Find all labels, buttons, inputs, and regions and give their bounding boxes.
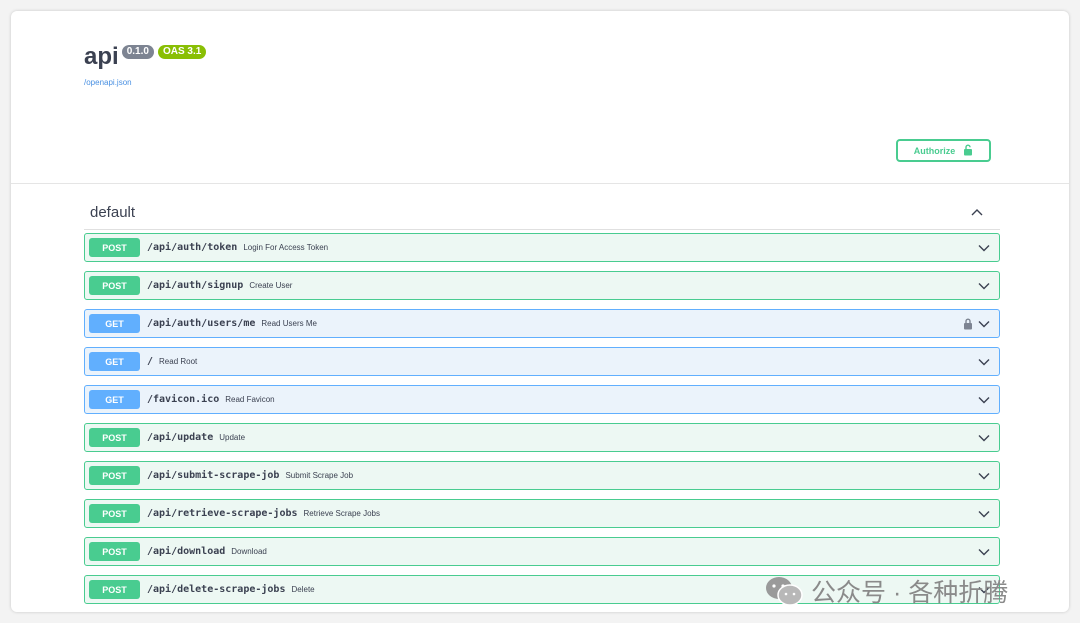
chevron-down-icon[interactable] bbox=[977, 469, 991, 483]
operation-path: /api/retrieve-scrape-jobs bbox=[147, 508, 298, 519]
operation-row[interactable]: POST/api/update Update bbox=[84, 423, 1000, 452]
method-badge: POST bbox=[89, 580, 140, 599]
operation-row[interactable]: POST/api/submit-scrape-job Submit Scrape … bbox=[84, 461, 1000, 490]
method-badge: POST bbox=[89, 428, 140, 447]
operation-controls bbox=[977, 469, 991, 483]
version-badge: 0.1.0 bbox=[121, 45, 154, 59]
method-badge: POST bbox=[89, 276, 140, 295]
operation-summary: Read Users Me bbox=[261, 319, 317, 328]
api-info-block: api 0.1.0 OAS 3.1 /openapi.json Authoriz… bbox=[11, 11, 1069, 184]
operation-controls bbox=[963, 317, 991, 331]
operation-summary: Download bbox=[231, 547, 267, 556]
operation-controls bbox=[977, 545, 991, 559]
chevron-down-icon[interactable] bbox=[977, 241, 991, 255]
operation-path: /favicon.ico bbox=[147, 394, 220, 405]
operation-row[interactable]: GET/favicon.ico Read Favicon bbox=[84, 385, 1000, 414]
locked-padlock-icon[interactable] bbox=[963, 318, 973, 330]
operation-path: /api/auth/signup bbox=[147, 280, 244, 291]
method-badge: GET bbox=[89, 314, 140, 333]
operation-path: /api/update bbox=[147, 432, 214, 443]
openapi-spec-link[interactable]: /openapi.json bbox=[84, 78, 132, 87]
operation-row[interactable]: POST/api/auth/signup Create User bbox=[84, 271, 1000, 300]
method-badge: GET bbox=[89, 390, 140, 409]
operation-controls bbox=[977, 431, 991, 445]
operation-summary: Update bbox=[219, 433, 246, 442]
method-badge: POST bbox=[89, 238, 140, 257]
operation-row[interactable]: POST/api/retrieve-scrape-jobs Retrieve Sc… bbox=[84, 499, 1000, 528]
operation-summary: Retrieve Scrape Jobs bbox=[303, 509, 380, 518]
authorize-label: Authorize bbox=[913, 145, 956, 156]
operation-controls bbox=[977, 279, 991, 293]
chevron-down-icon[interactable] bbox=[977, 317, 991, 331]
chevron-down-icon[interactable] bbox=[977, 431, 991, 445]
api-title: api bbox=[84, 43, 119, 70]
api-title-row: api 0.1.0 OAS 3.1 bbox=[84, 42, 207, 72]
operation-path: /api/auth/users/me bbox=[147, 318, 256, 329]
operation-row[interactable]: POST/api/download Download bbox=[84, 537, 1000, 566]
operation-path: / bbox=[147, 356, 154, 367]
operation-summary: Delete bbox=[291, 585, 315, 594]
chevron-down-icon[interactable] bbox=[977, 279, 991, 293]
method-badge: POST bbox=[89, 504, 140, 523]
operation-row[interactable]: GET / Read Root bbox=[84, 347, 1000, 376]
operation-controls bbox=[977, 241, 991, 255]
chevron-down-icon[interactable] bbox=[977, 583, 991, 597]
operation-row[interactable]: POST/api/delete-scrape-jobs Delete bbox=[84, 575, 1000, 604]
swagger-ui-window: api 0.1.0 OAS 3.1 /openapi.json Authoriz… bbox=[11, 11, 1069, 612]
operation-summary: Submit Scrape Job bbox=[285, 471, 354, 480]
operation-controls bbox=[977, 507, 991, 521]
operation-controls bbox=[977, 355, 991, 369]
operation-controls bbox=[977, 583, 991, 597]
operation-summary: Read Root bbox=[159, 357, 198, 366]
chevron-down-icon[interactable] bbox=[977, 507, 991, 521]
operation-summary: Login For Access Token bbox=[243, 243, 329, 252]
chevron-down-icon[interactable] bbox=[977, 355, 991, 369]
operation-path: /api/submit-scrape-job bbox=[147, 470, 280, 481]
method-badge: POST bbox=[89, 542, 140, 561]
operation-controls bbox=[977, 393, 991, 407]
tag-section-title: default bbox=[90, 204, 136, 221]
operation-path: /api/download bbox=[147, 546, 226, 557]
chevron-down-icon[interactable] bbox=[977, 393, 991, 407]
operation-path: /api/auth/token bbox=[147, 242, 238, 253]
operation-summary: Create User bbox=[249, 281, 293, 290]
oas-version-badge: OAS 3.1 bbox=[157, 45, 207, 59]
tag-section-header[interactable]: default bbox=[84, 197, 1000, 230]
operation-row[interactable]: GET/api/auth/users/me Read Users Me bbox=[84, 309, 1000, 338]
unlocked-padlock-icon bbox=[963, 144, 973, 158]
operation-summary: Read Favicon bbox=[225, 395, 275, 404]
authorize-button[interactable]: Authorize bbox=[896, 139, 991, 162]
chevron-down-icon[interactable] bbox=[977, 545, 991, 559]
operation-path: /api/delete-scrape-jobs bbox=[147, 584, 286, 595]
operation-row[interactable]: POST/api/auth/token Login For Access Toke… bbox=[84, 233, 1000, 262]
method-badge: GET bbox=[89, 352, 140, 371]
method-badge: POST bbox=[89, 466, 140, 485]
chevron-up-icon[interactable] bbox=[970, 205, 984, 219]
operations-list: POST/api/auth/token Login For Access Toke… bbox=[84, 233, 1000, 612]
